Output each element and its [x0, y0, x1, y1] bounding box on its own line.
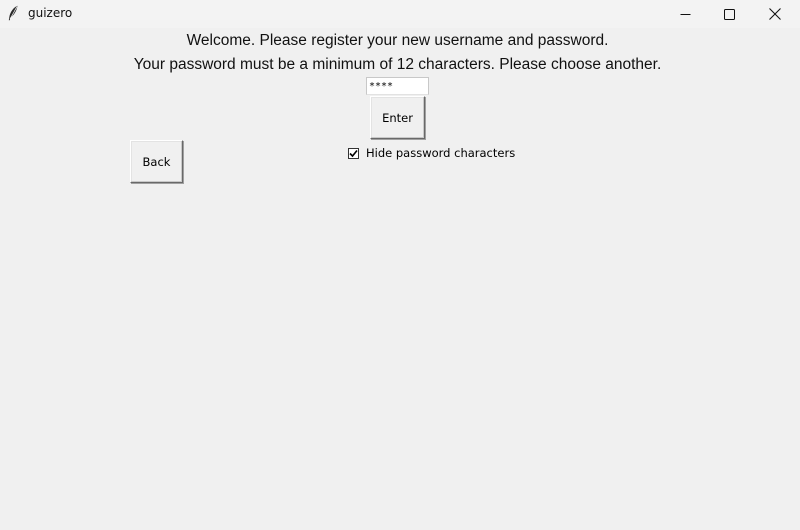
minimize-button[interactable] — [662, 0, 708, 28]
hide-password-checkbox[interactable] — [348, 147, 359, 159]
maximize-icon — [723, 5, 735, 24]
window-title: guizero — [28, 6, 73, 20]
close-button[interactable] — [752, 0, 798, 28]
hide-password-label: Hide password characters — [366, 146, 516, 160]
close-icon — [769, 5, 781, 24]
welcome-message: Welcome. Please register your new userna… — [186, 32, 609, 49]
hide-password-toggle[interactable]: Hide password characters — [348, 146, 515, 160]
main-content: Welcome. Please register your new userna… — [0, 28, 800, 530]
password-error-message: Your password must be a minimum of 12 ch… — [133, 56, 662, 73]
checkmark-icon — [349, 149, 358, 157]
enter-button[interactable]: Enter — [370, 96, 425, 139]
back-button[interactable]: Back — [130, 140, 183, 183]
password-input[interactable] — [366, 77, 429, 95]
maximize-button[interactable] — [706, 0, 752, 28]
title-bar[interactable]: guizero — [0, 0, 800, 28]
minimize-icon — [680, 5, 691, 24]
app-window: guizero Welcome. Please register your ne… — [0, 0, 800, 530]
feather-icon — [7, 5, 19, 21]
